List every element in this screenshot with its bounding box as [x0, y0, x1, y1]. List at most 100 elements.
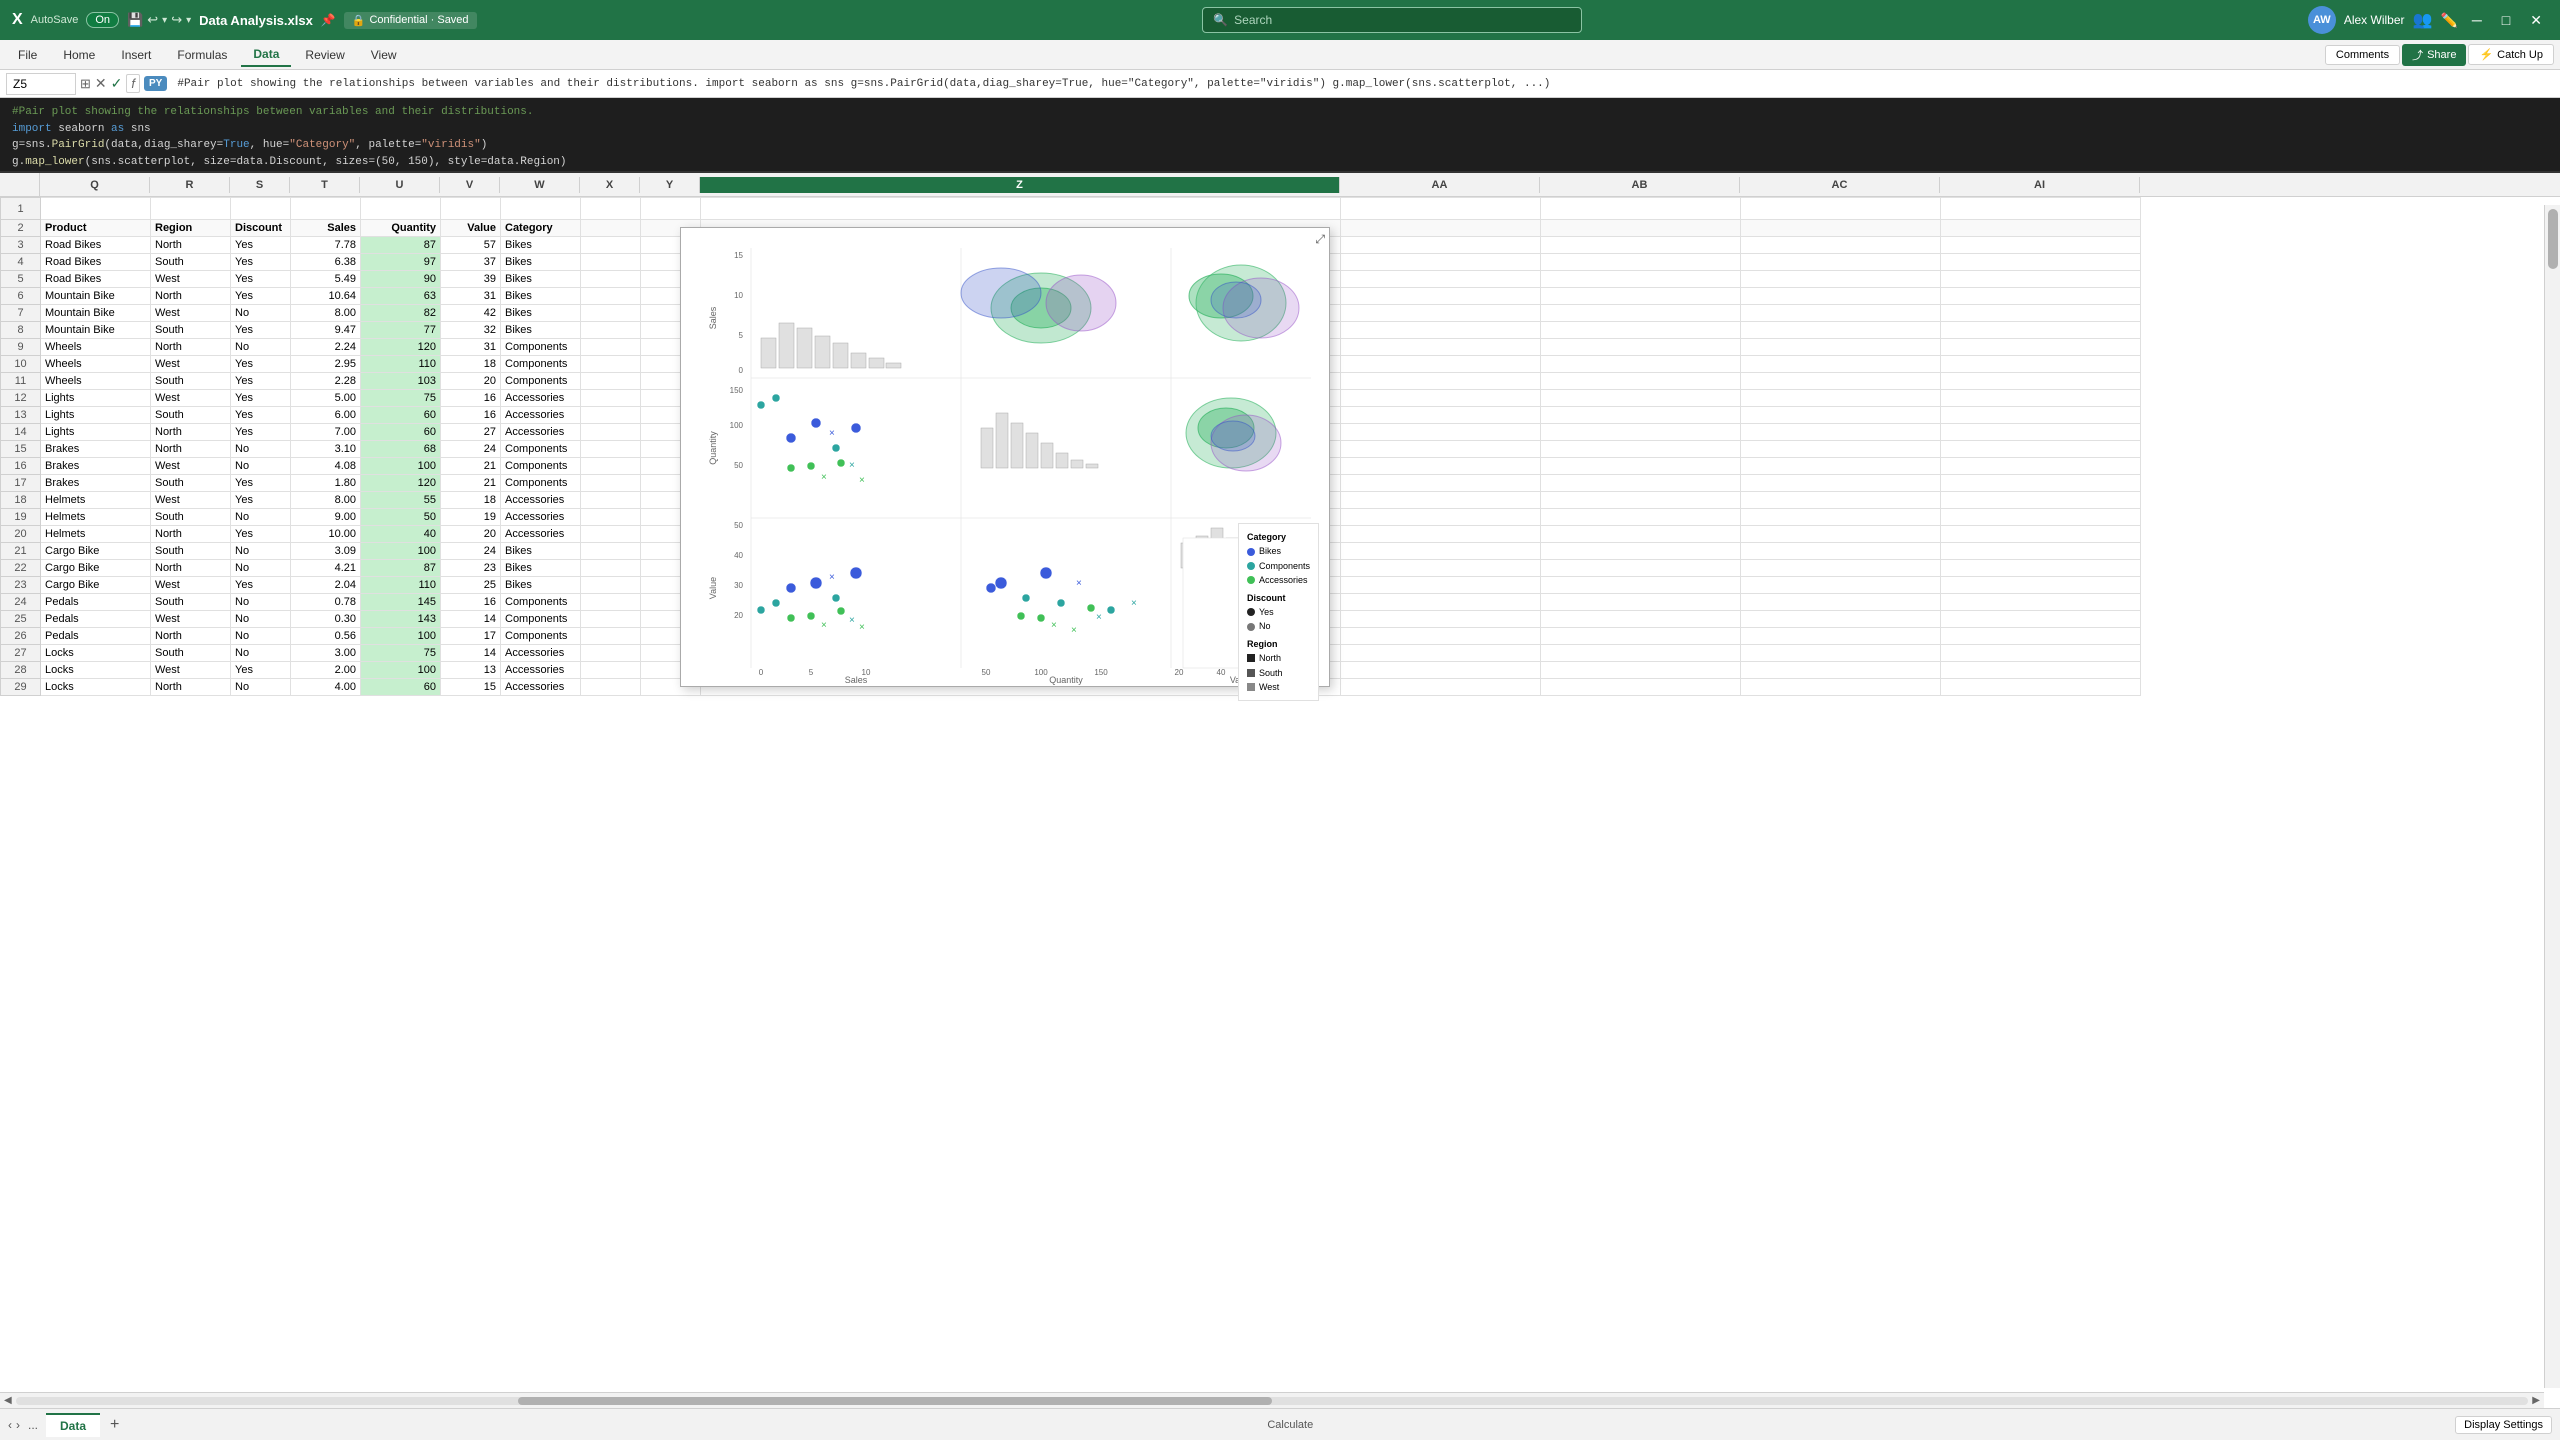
svg-text:Value: Value: [708, 577, 718, 599]
svg-text:×: ×: [829, 572, 835, 583]
tab-review[interactable]: Review: [293, 44, 356, 66]
formula-cancel-icon[interactable]: ✕: [95, 75, 107, 92]
col-w-header[interactable]: W: [500, 177, 580, 193]
col-x-header[interactable]: X: [580, 177, 640, 193]
pair-plot-svg: Sales Quantity Value Sales Quantity Valu…: [681, 228, 1331, 688]
code-line-4: g.map_lower(sns.scatterplot, size=data.D…: [12, 154, 2548, 171]
svg-text:40: 40: [1217, 668, 1226, 677]
code-line-1: #Pair plot showing the relationships bet…: [12, 104, 2548, 121]
svg-text:×: ×: [859, 475, 865, 486]
col-s-header[interactable]: S: [230, 177, 290, 193]
col-q-header[interactable]: Q: [40, 177, 150, 193]
col-ab-header[interactable]: AB: [1540, 177, 1740, 193]
svg-text:150: 150: [730, 386, 744, 395]
table-row: 1: [1, 198, 2141, 220]
svg-text:×: ×: [1076, 578, 1082, 589]
svg-text:40: 40: [734, 551, 743, 560]
formula-expand-icon: ⊞: [80, 76, 91, 92]
svg-text:50: 50: [982, 668, 991, 677]
scroll-left-button[interactable]: ◀: [4, 1395, 12, 1406]
svg-text:10: 10: [862, 668, 871, 677]
chart-resize-icon[interactable]: ⤢: [1315, 232, 1325, 247]
svg-text:10: 10: [734, 291, 743, 300]
col-z-header[interactable]: Z: [700, 177, 1340, 193]
row-num-header: [0, 173, 40, 196]
pair-plot-chart[interactable]: ⤢ Sales Quantity Value Sale: [680, 227, 1330, 687]
tab-formulas[interactable]: Formulas: [165, 44, 239, 66]
autosave-toggle[interactable]: On: [86, 12, 119, 28]
svg-text:20: 20: [734, 611, 743, 620]
more-sheets-button[interactable]: ...: [24, 1418, 42, 1432]
sheet-tab-data[interactable]: Data: [46, 1413, 100, 1437]
svg-text:Sales: Sales: [708, 306, 718, 329]
people-icon[interactable]: 👥: [2413, 10, 2433, 30]
col-y-header[interactable]: Y: [640, 177, 700, 193]
svg-text:0: 0: [739, 366, 744, 375]
svg-text:0: 0: [759, 668, 764, 677]
svg-text:Quantity: Quantity: [708, 431, 718, 465]
sheet-nav-right[interactable]: ›: [16, 1418, 20, 1432]
svg-text:15: 15: [734, 251, 743, 260]
col-ac-header[interactable]: AC: [1740, 177, 1940, 193]
pen-icon[interactable]: ✏️: [2440, 12, 2457, 29]
svg-text:×: ×: [829, 428, 835, 439]
vertical-scrollbar[interactable]: [2544, 205, 2560, 1388]
svg-text:×: ×: [849, 460, 855, 471]
horizontal-scroll-track[interactable]: [16, 1397, 2529, 1405]
horizontal-scrollbar-area: ◀ ▶: [0, 1392, 2544, 1408]
col-t-header[interactable]: T: [290, 177, 360, 193]
py-badge: PY: [144, 76, 167, 91]
search-icon: 🔍: [1213, 13, 1228, 27]
svg-text:50: 50: [734, 521, 743, 530]
col-u-header[interactable]: U: [360, 177, 440, 193]
svg-text:×: ×: [1071, 625, 1077, 636]
svg-text:Quantity: Quantity: [1049, 675, 1083, 685]
svg-text:×: ×: [821, 620, 827, 631]
svg-text:×: ×: [1051, 620, 1057, 631]
svg-text:×: ×: [1131, 598, 1137, 609]
add-sheet-button[interactable]: +: [104, 1416, 125, 1434]
scroll-right-button[interactable]: ▶: [2532, 1395, 2540, 1406]
tab-insert[interactable]: Insert: [109, 44, 163, 66]
svg-text:×: ×: [849, 615, 855, 626]
formula-function-icon[interactable]: f: [126, 74, 140, 93]
svg-text:150: 150: [1094, 668, 1108, 677]
quick-access-bar: 💾 ↩ ▾ ↪ ▾: [127, 12, 191, 28]
restore-button[interactable]: □: [2496, 12, 2516, 28]
formula-confirm-icon[interactable]: ✓: [111, 75, 123, 92]
minimize-button[interactable]: ─: [2466, 12, 2488, 28]
col-v-header[interactable]: V: [440, 177, 500, 193]
svg-text:50: 50: [734, 461, 743, 470]
col-ai-header[interactable]: AI: [1940, 177, 2140, 193]
tab-data[interactable]: Data: [241, 43, 291, 67]
user-section: AW Alex Wilber 👥 ✏️ ─ □ ✕: [2308, 6, 2548, 34]
tab-file[interactable]: File: [6, 44, 49, 66]
svg-text:100: 100: [1034, 668, 1048, 677]
formula-text[interactable]: #Pair plot showing the relationships bet…: [171, 78, 2554, 90]
code-line-3: g=sns.PairGrid(data,diag_sharey=True, hu…: [12, 137, 2548, 154]
confidential-badge: 🔒 Confidential · Saved: [344, 12, 477, 29]
file-pin-icon: 📌: [321, 13, 336, 27]
col-aa-header[interactable]: AA: [1340, 177, 1540, 193]
svg-text:5: 5: [809, 668, 814, 677]
search-box[interactable]: 🔍 Search: [1202, 7, 1582, 33]
avatar: AW: [2308, 6, 2336, 34]
display-settings-button[interactable]: Display Settings: [2455, 1416, 2552, 1434]
share-button[interactable]: ⤴ Share: [2402, 44, 2466, 66]
close-button[interactable]: ✕: [2524, 12, 2548, 29]
sheet-nav-left[interactable]: ‹: [8, 1418, 12, 1432]
user-name: Alex Wilber: [2344, 13, 2405, 27]
cell-ref-input[interactable]: [6, 73, 76, 95]
excel-icon: X: [12, 11, 23, 29]
tab-view[interactable]: View: [359, 44, 409, 66]
svg-text:×: ×: [1096, 612, 1102, 623]
tab-home[interactable]: Home: [51, 44, 107, 66]
code-line-2: import seaborn as sns: [12, 121, 2548, 138]
comments-button[interactable]: Comments: [2325, 45, 2400, 65]
chart-legend: Category Bikes Components Accessories Di…: [1238, 523, 1319, 701]
file-name: Data Analysis.xlsx: [199, 13, 313, 28]
svg-text:5: 5: [739, 331, 744, 340]
col-r-header[interactable]: R: [150, 177, 230, 193]
catchup-button[interactable]: ⚡ Catch Up: [2468, 44, 2554, 65]
svg-text:100: 100: [730, 421, 744, 430]
